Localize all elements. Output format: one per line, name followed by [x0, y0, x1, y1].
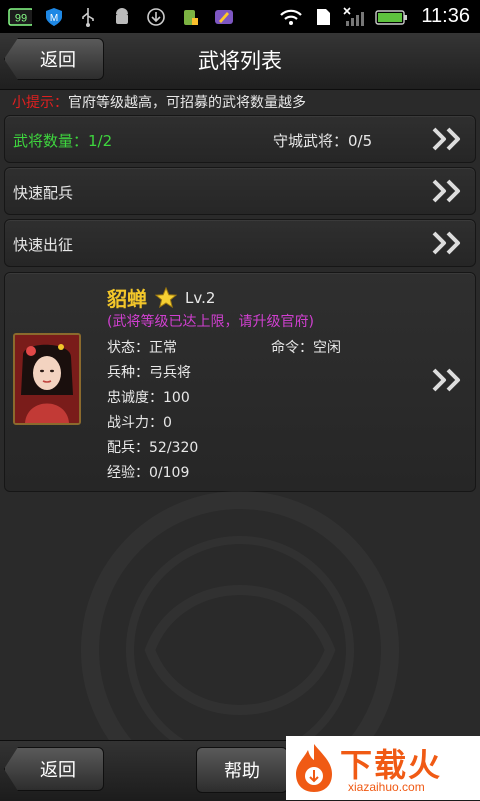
usb-icon	[76, 7, 100, 27]
general-exp: 经验：0/109	[107, 465, 190, 481]
quick-march-label: 快速出征	[13, 236, 74, 254]
flame-logo-icon	[296, 744, 332, 792]
android-debug-icon	[110, 7, 134, 27]
double-chevron-right-icon[interactable]	[431, 367, 465, 393]
defense-general-count: 守城武将：0/5	[273, 132, 373, 150]
battery-icon	[375, 7, 409, 27]
star-icon	[155, 287, 177, 309]
general-troop-type: 兵种：弓兵将	[107, 365, 191, 381]
title-bar: 返回 武将列表	[0, 33, 480, 90]
help-button[interactable]: 帮助	[196, 747, 288, 793]
general-troops: 配兵：52/320	[107, 440, 199, 456]
double-chevron-right-icon[interactable]	[431, 178, 465, 204]
battery-badge-text: 99	[15, 12, 27, 24]
general-name: 貂蝉	[107, 287, 147, 311]
bottom-back-button[interactable]: 返回	[4, 747, 104, 791]
sd-card-icon	[311, 7, 335, 27]
general-summary-row: 武将数量：1/2 守城武将：0/5	[4, 115, 476, 163]
level-cap-note: (武将等级已达上限，请升级官府)	[107, 314, 314, 330]
tip-label: 小提示：	[12, 95, 68, 111]
watermark-url: xiazaihuo.com	[348, 780, 425, 794]
watermark-logo: 下载火 xiazaihuo.com	[286, 736, 480, 800]
tip-line: 小提示：官府等级越高，可招募的武将数量越多	[12, 92, 306, 112]
general-card[interactable]: 貂蝉 Lv.2 (武将等级已达上限，请升级官府) 状态：正常 命令：空闲 兵种：…	[4, 272, 476, 492]
double-chevron-right-icon[interactable]	[431, 230, 465, 256]
shield-app-icon: M	[42, 7, 66, 27]
status-bar: 99 M 11:36	[0, 0, 480, 33]
general-level: Lv.2	[185, 289, 216, 307]
back-button[interactable]: 返回	[4, 38, 104, 80]
clock-time: 11:36	[421, 5, 470, 27]
general-loyalty: 忠诚度：100	[107, 390, 190, 406]
game-app-icon	[212, 7, 236, 27]
general-power: 战斗力：0	[107, 415, 172, 431]
tip-text: 官府等级越高，可招募的武将数量越多	[68, 95, 306, 111]
double-chevron-right-icon[interactable]	[431, 126, 465, 152]
battery-badge-icon: 99	[8, 7, 32, 27]
no-signal-icon	[343, 6, 367, 27]
svg-text:M: M	[50, 13, 58, 24]
general-status: 状态：正常	[107, 340, 177, 356]
clean-app-icon	[178, 7, 202, 27]
download-icon	[144, 7, 168, 27]
general-command: 命令：空闲	[271, 340, 341, 356]
quick-march-row[interactable]: 快速出征	[4, 219, 476, 267]
wifi-icon	[279, 7, 303, 27]
general-count: 武将数量：1/2	[13, 132, 113, 150]
background-emblem	[81, 491, 399, 740]
quick-troops-row[interactable]: 快速配兵	[4, 167, 476, 215]
general-portrait	[13, 333, 81, 425]
quick-troops-label: 快速配兵	[13, 184, 74, 202]
